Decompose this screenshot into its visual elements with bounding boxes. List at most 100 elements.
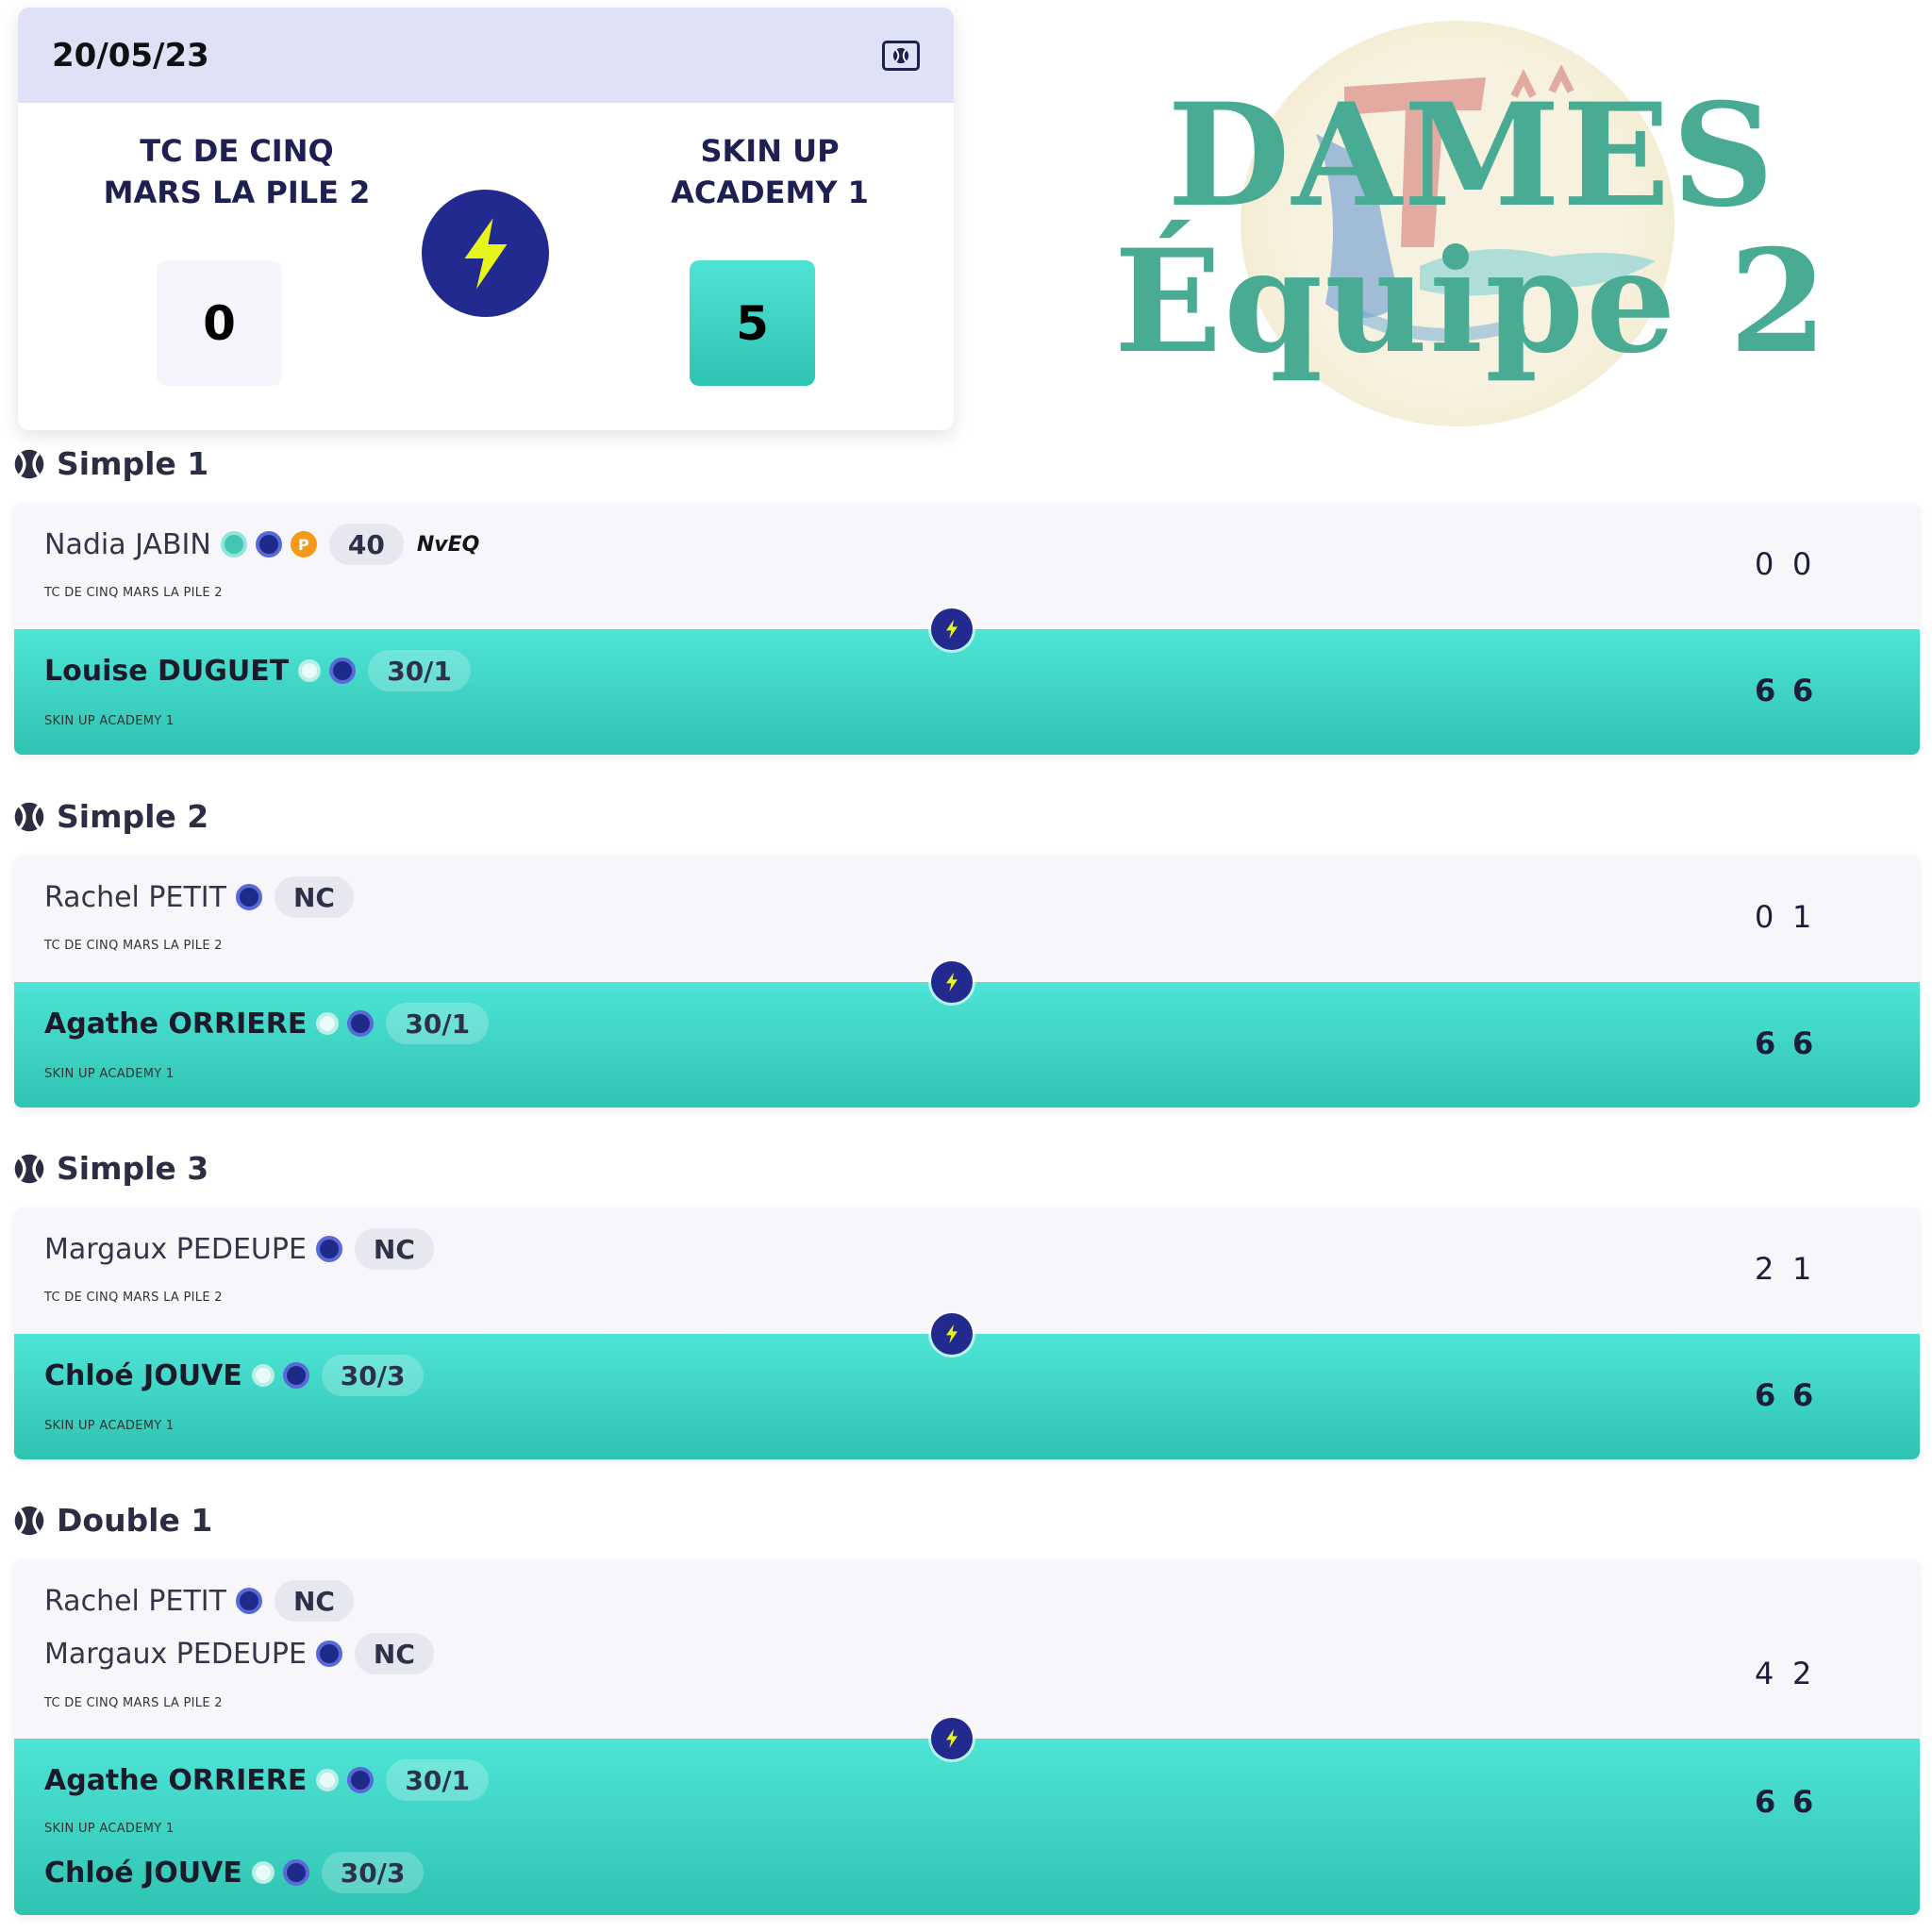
- away-sets: 6 6: [1755, 1377, 1830, 1413]
- set-score: 4: [1755, 1656, 1774, 1691]
- tennis-ball-icon: [14, 802, 44, 831]
- set-score: 6: [1755, 1377, 1776, 1413]
- home-row: Rachel PETIT NC TC DE CINQ MARS LA PILE …: [14, 856, 1920, 982]
- ball-badge-icon: [298, 659, 322, 682]
- set-score: 6: [1792, 1784, 1814, 1820]
- club-name: TC DE CINQ MARS LA PILE 2: [44, 1291, 223, 1305]
- euro-badge-icon: [315, 1236, 342, 1262]
- home-team-line2: MARS LA PILE 2: [103, 175, 371, 210]
- away-score: 5: [690, 260, 815, 386]
- euro-badge-icon: [255, 531, 282, 558]
- euro-badge-icon: [347, 1767, 375, 1793]
- set-score: 1: [1792, 899, 1812, 935]
- section-title-label: Simple 2: [57, 798, 209, 835]
- tennis-ball-icon[interactable]: [882, 40, 920, 71]
- home-row: Margaux PEDEUPE NC TC DE CINQ MARS LA PI…: [14, 1208, 1920, 1334]
- player-line: Rachel PETIT NC: [44, 1580, 354, 1622]
- home-score: 0: [157, 260, 282, 386]
- lightning-icon: [422, 190, 549, 317]
- player-name[interactable]: Margaux PEDEUPE: [44, 1638, 307, 1671]
- ball-badge-icon: [220, 531, 247, 558]
- away-row: Chloé JOUVE 30/3 SKIN UP ACADEMY 1 6 6: [14, 1334, 1920, 1459]
- ranking-badge: NC: [274, 876, 354, 918]
- club-name: SKIN UP ACADEMY 1: [44, 1419, 175, 1433]
- home-sets: 0 1: [1755, 899, 1830, 935]
- away-row: Agathe ORRIERE 30/1 SKIN UP ACADEMY 1 6 …: [14, 982, 1920, 1108]
- home-sets: 4 2: [1755, 1656, 1830, 1691]
- away-row: Louise DUGUET 30/1 SKIN UP ACADEMY 1 6 6: [14, 629, 1920, 755]
- player-name[interactable]: Louise DUGUET: [44, 655, 289, 688]
- euro-badge-icon: [282, 1362, 309, 1389]
- set-score: 6: [1792, 1377, 1814, 1413]
- set-score: 6: [1792, 673, 1814, 708]
- player-line: Rachel PETIT NC: [44, 876, 354, 918]
- away-sets: 6 6: [1755, 673, 1830, 708]
- away-team-name[interactable]: SKIN UP ACADEMY 1: [609, 130, 930, 213]
- euro-badge-icon: [347, 1010, 375, 1037]
- home-team-line1: TC DE CINQ: [140, 133, 334, 169]
- section-title-double-1: Double 1: [13, 1502, 212, 1539]
- section-title-simple-2: Simple 2: [13, 798, 208, 835]
- set-score: 2: [1755, 1251, 1774, 1287]
- section-title-label: Simple 1: [57, 445, 209, 482]
- set-score: 6: [1792, 1025, 1814, 1061]
- player-name[interactable]: Agathe ORRIERE: [44, 1008, 307, 1041]
- logo-title-line2: Équipe 2: [1113, 219, 1830, 385]
- lightning-icon: [931, 1718, 973, 1759]
- ranking-badge: 40: [328, 524, 404, 565]
- p-badge-icon: P: [290, 531, 317, 558]
- player-name[interactable]: Agathe ORRIERE: [44, 1764, 307, 1797]
- home-team-name[interactable]: TC DE CINQ MARS LA PILE 2: [76, 130, 397, 213]
- set-score: 0: [1755, 546, 1774, 582]
- home-row: Rachel PETIT NC Margaux PEDEUPE NC TC DE…: [14, 1559, 1920, 1739]
- set-score: 6: [1755, 1784, 1776, 1820]
- player-name[interactable]: Rachel PETIT: [44, 881, 226, 914]
- player-line: Chloé JOUVE 30/3: [44, 1852, 425, 1893]
- player-line: Chloé JOUVE 30/3: [44, 1355, 425, 1396]
- away-team-line1: SKIN UP: [700, 133, 840, 169]
- ball-badge-icon: [251, 1364, 275, 1387]
- ball-badge-icon: [316, 1769, 340, 1791]
- set-score: 1: [1792, 1251, 1812, 1287]
- section-title-label: Simple 3: [57, 1150, 209, 1187]
- ranking-badge: NC: [354, 1633, 434, 1674]
- ranking-badge: 30/3: [321, 1852, 425, 1893]
- set-score: 6: [1755, 1025, 1776, 1061]
- tennis-ball-icon: [14, 1154, 44, 1183]
- player-name[interactable]: Chloé JOUVE: [44, 1857, 242, 1890]
- ranking-badge: 30/1: [386, 1759, 490, 1801]
- set-score: 0: [1792, 546, 1812, 582]
- ranking-badge: 30/3: [321, 1355, 425, 1396]
- away-row: Agathe ORRIERE 30/1 SKIN UP ACADEMY 1 Ch…: [14, 1739, 1920, 1915]
- player-line: Agathe ORRIERE 30/1: [44, 1003, 490, 1044]
- club-name: SKIN UP ACADEMY 1: [44, 1822, 175, 1836]
- player-name[interactable]: Nadia JABIN: [44, 528, 211, 561]
- ball-badge-icon: [251, 1861, 275, 1884]
- tennis-ball-icon: [14, 1506, 44, 1535]
- away-sets: 6 6: [1755, 1025, 1830, 1061]
- card-header: 20/05/23: [18, 8, 954, 103]
- euro-badge-icon: [235, 1588, 262, 1614]
- player-name[interactable]: Margaux PEDEUPE: [44, 1233, 307, 1266]
- club-name: TC DE CINQ MARS LA PILE 2: [44, 586, 223, 600]
- lightning-icon: [931, 961, 973, 1003]
- lightning-icon: [931, 608, 973, 650]
- logo-title-line1: DAMES: [1167, 73, 1776, 239]
- player-name[interactable]: Rachel PETIT: [44, 1585, 226, 1618]
- tennis-ball-icon: [14, 449, 44, 478]
- player-line: Nadia JABIN P 40 NvEQ: [44, 524, 479, 565]
- euro-badge-icon: [282, 1859, 309, 1886]
- player-line: Margaux PEDEUPE NC: [44, 1228, 434, 1270]
- player-name[interactable]: Chloé JOUVE: [44, 1359, 242, 1392]
- home-row: Nadia JABIN P 40 NvEQ TC DE CINQ MARS LA…: [14, 503, 1920, 629]
- set-score: 2: [1792, 1656, 1812, 1691]
- euro-badge-icon: [315, 1641, 342, 1667]
- away-sets: 6 6: [1755, 1784, 1830, 1820]
- set-score: 6: [1755, 673, 1776, 708]
- home-sets: 2 1: [1755, 1251, 1830, 1287]
- lightning-icon: [931, 1313, 973, 1355]
- match-date: 20/05/23: [52, 36, 209, 75]
- player-line: Louise DUGUET 30/1: [44, 650, 471, 691]
- player-line: Agathe ORRIERE 30/1: [44, 1759, 490, 1801]
- away-team-line2: ACADEMY 1: [671, 175, 869, 210]
